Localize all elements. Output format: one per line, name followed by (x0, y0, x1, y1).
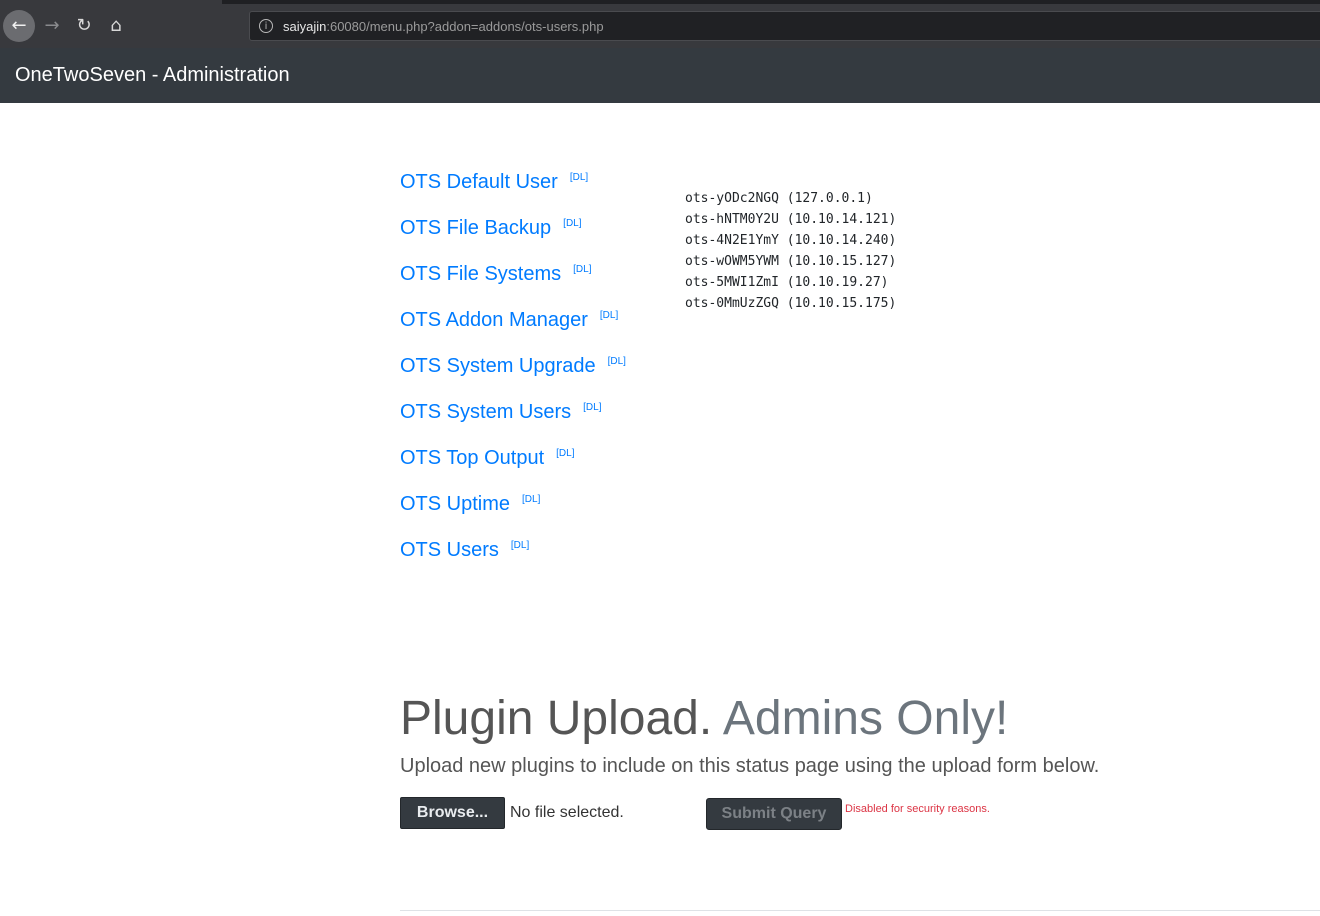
download-link[interactable]: [DL] (563, 218, 581, 230)
reload-button[interactable]: ↻ (68, 10, 100, 42)
url-path: :60080/menu.php?addon=addons/ots-users.p… (326, 18, 604, 34)
divider (400, 910, 1320, 911)
addon-link[interactable]: OTS Default User (400, 168, 558, 196)
addon-link[interactable]: OTS Top Output (400, 444, 544, 472)
addon-item: OTS File Systems [DL] (400, 260, 626, 306)
addon-link[interactable]: OTS File Backup (400, 214, 551, 242)
addon-item: OTS System Users [DL] (400, 398, 626, 444)
arrow-left-icon: ← (11, 15, 27, 36)
addon-link[interactable]: OTS File Systems (400, 260, 561, 288)
url-host: saiyajin (283, 18, 327, 34)
forward-button[interactable]: → (36, 10, 68, 42)
download-link[interactable]: [DL] (573, 264, 591, 276)
addon-item: OTS System Upgrade [DL] (400, 352, 626, 398)
addon-item: OTS Top Output [DL] (400, 444, 626, 490)
file-status: No file selected. (510, 804, 624, 821)
app-navbar: OneTwoSeven - Administration (0, 48, 1320, 103)
tab-strip (222, 0, 1320, 4)
addon-link[interactable]: OTS System Upgrade (400, 352, 596, 380)
download-link[interactable]: [DL] (583, 402, 601, 414)
users-output: ots-yODc2NGQ (127.0.0.1) ots-hNTM0Y2U (10… (685, 188, 896, 314)
upload-title-main: Plugin Upload. (400, 692, 713, 745)
addon-item: OTS Addon Manager [DL] (400, 306, 626, 352)
disabled-note: Disabled for security reasons. (845, 803, 990, 815)
download-link[interactable]: [DL] (511, 540, 529, 552)
user-line: ots-yODc2NGQ (127.0.0.1) (685, 191, 873, 206)
addon-link[interactable]: OTS Users (400, 536, 499, 564)
browse-button[interactable]: Browse... (400, 797, 505, 829)
download-link[interactable]: [DL] (556, 448, 574, 460)
addon-list: OTS Default User [DL] OTS File Backup [DL] O… (400, 168, 626, 582)
upload-title-muted: Admins Only! (722, 692, 1009, 745)
user-line: ots-hNTM0Y2U (10.10.14.121) (685, 212, 897, 227)
download-link[interactable]: [DL] (522, 494, 540, 506)
home-icon: ⌂ (110, 15, 122, 36)
user-line: ots-0MmUzZGQ (10.10.15.175) (685, 296, 897, 311)
back-button[interactable]: ← (3, 10, 35, 42)
browser-toolbar: ← → ↻ ⌂ i saiyajin:60080/menu.php?addon=… (0, 0, 1320, 49)
app-brand[interactable]: OneTwoSeven - Administration (15, 63, 290, 87)
address-bar[interactable]: i saiyajin:60080/menu.php?addon=addons/o… (249, 11, 1320, 41)
user-line: ots-4N2E1YmY (10.10.14.240) (685, 233, 897, 248)
addon-item: OTS Uptime [DL] (400, 490, 626, 536)
addon-link[interactable]: OTS Uptime (400, 490, 510, 518)
user-line: ots-wOWM5YWM (10.10.15.127) (685, 254, 897, 269)
download-link[interactable]: [DL] (608, 356, 626, 368)
reload-icon: ↻ (76, 15, 92, 36)
download-link[interactable]: [DL] (570, 172, 588, 184)
addon-item: OTS Default User [DL] (400, 168, 626, 214)
addon-item: OTS Users [DL] (400, 536, 626, 582)
home-button[interactable]: ⌂ (100, 10, 132, 42)
upload-title: Plugin Upload. Admins Only! (400, 690, 1008, 748)
download-link[interactable]: [DL] (600, 310, 618, 322)
addon-link[interactable]: OTS System Users (400, 398, 571, 426)
user-line: ots-5MWI1ZmI (10.10.19.27) (685, 275, 889, 290)
submit-query-button[interactable]: Submit Query (706, 798, 842, 830)
addon-item: OTS File Backup [DL] (400, 214, 626, 260)
arrow-right-icon: → (44, 15, 60, 36)
addon-link[interactable]: OTS Addon Manager (400, 306, 588, 334)
upload-description: Upload new plugins to include on this st… (400, 755, 1100, 777)
info-icon[interactable]: i (259, 19, 273, 33)
